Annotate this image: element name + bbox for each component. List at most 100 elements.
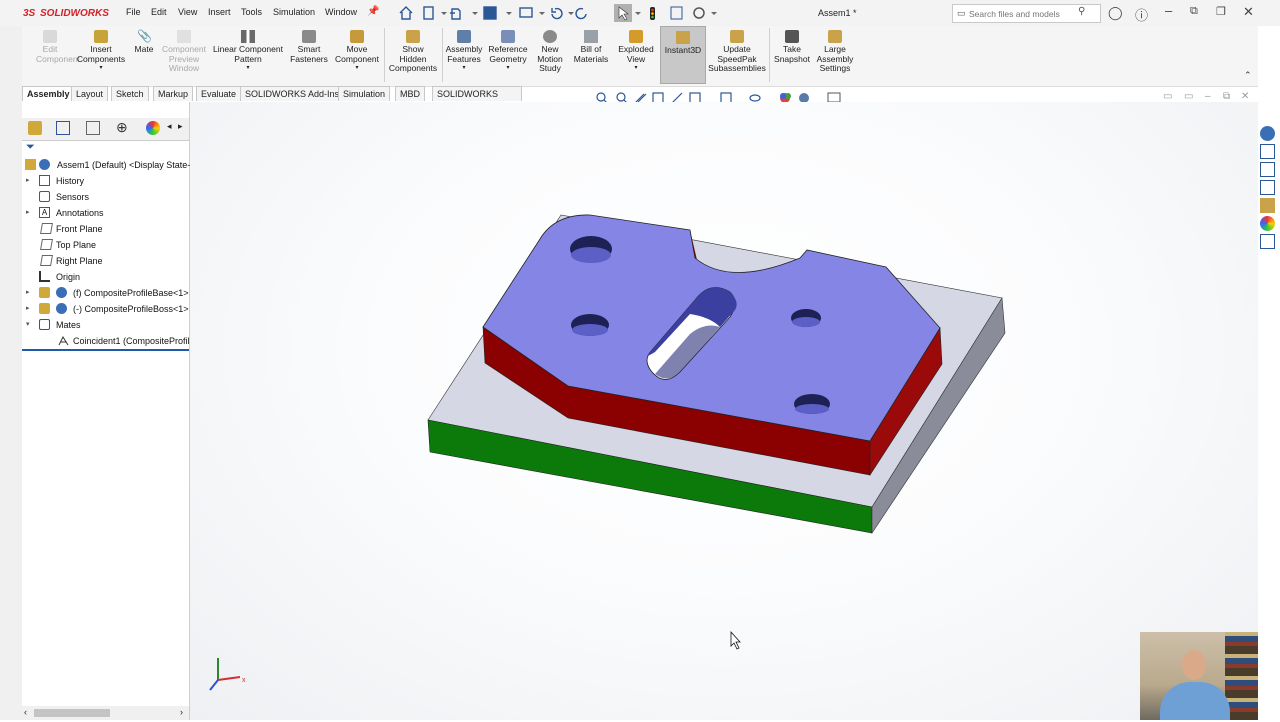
move-component-button[interactable]: Move Component ▾ xyxy=(332,30,382,74)
help-icon[interactable]: ⓘ xyxy=(1135,5,1148,24)
smart-fasteners-button[interactable]: Smart Fasteners xyxy=(288,30,330,64)
svg-text:3S: 3S xyxy=(23,8,36,19)
assembly-model[interactable]: x xyxy=(190,102,1258,720)
exploded-view-button[interactable]: Exploded View ▾ xyxy=(616,30,656,74)
solidworks-forum-icon[interactable] xyxy=(1260,234,1275,249)
large-assembly-icon xyxy=(828,30,842,43)
tile2-icon[interactable]: ▭ xyxy=(1184,91,1193,102)
expand-arrow-icon[interactable]: ▸ xyxy=(26,173,30,189)
edit-component-button[interactable]: Edit Component xyxy=(36,30,80,64)
appearances-icon[interactable] xyxy=(1260,198,1275,213)
popout-icon[interactable]: ❐ xyxy=(1216,5,1226,18)
tile-icon[interactable]: ▭ xyxy=(1163,91,1172,102)
dimxpert-tab-icon[interactable]: ⊕ xyxy=(116,119,128,136)
assembly-features-label: Assembly Features xyxy=(445,44,483,64)
graphics-viewport[interactable]: x xyxy=(190,102,1258,720)
restore-viewport-icon[interactable]: ⧉ xyxy=(1223,91,1230,102)
separator xyxy=(442,28,443,82)
scroll-left-icon[interactable]: ‹ xyxy=(24,707,27,717)
insert-components-button[interactable]: Insert Components ▾ xyxy=(74,30,128,74)
scroll-thumb[interactable] xyxy=(34,709,110,717)
pin-icon[interactable]: 📌 xyxy=(367,6,379,17)
tab-evaluate[interactable]: Evaluate xyxy=(196,86,242,101)
menu-file[interactable]: File xyxy=(126,7,141,17)
linear-component-pattern-button[interactable]: Linear Component Pattern ▾ xyxy=(212,30,284,74)
document-title: Assem1 * xyxy=(818,8,857,18)
resources-icon[interactable] xyxy=(1260,126,1275,141)
search-input[interactable] xyxy=(967,6,1081,21)
mate-label: Mate xyxy=(134,44,154,54)
minimize-viewport-icon[interactable]: – xyxy=(1205,91,1211,102)
instant3d-button[interactable]: Instant3D xyxy=(660,26,706,84)
home-icon xyxy=(399,6,413,20)
minimize-icon[interactable]: – xyxy=(1165,3,1172,18)
tab-layout[interactable]: Layout xyxy=(71,86,109,101)
update-speedpak-button[interactable]: Update SpeedPak Subassemblies xyxy=(708,30,766,74)
component-preview-window-button[interactable]: Component Preview Window xyxy=(160,30,208,74)
expand-arrow-icon[interactable]: ▸ xyxy=(26,205,30,221)
menu-simulation[interactable]: Simulation xyxy=(273,7,315,17)
reference-geometry-label: Reference Geometry xyxy=(488,44,528,64)
annotations-icon: A xyxy=(39,207,50,218)
take-snapshot-button[interactable]: Take Snapshot xyxy=(772,30,812,64)
display-manager-tab-icon[interactable] xyxy=(146,121,160,135)
move-component-icon xyxy=(350,30,364,43)
file-explorer-icon[interactable] xyxy=(1260,162,1275,177)
collapse-arrow-icon[interactable]: ▾ xyxy=(26,317,30,333)
task-pane-strip xyxy=(1258,26,1280,720)
close-viewport-icon[interactable]: ✕ xyxy=(1241,91,1249,102)
tab-sketch[interactable]: Sketch xyxy=(111,86,149,101)
show-hidden-components-button[interactable]: Show Hidden Components xyxy=(386,30,440,74)
bill-of-materials-button[interactable]: Bill of Materials xyxy=(570,30,612,64)
tab-markup[interactable]: Markup xyxy=(153,86,194,101)
large-assembly-settings-button[interactable]: Large Assembly Settings xyxy=(814,30,856,74)
tab-left-arrow-icon[interactable]: ◂ xyxy=(167,121,172,132)
expand-arrow-icon[interactable]: ▸ xyxy=(26,301,30,317)
smart-fasteners-label: Smart Fasteners xyxy=(290,44,328,64)
person-shirt xyxy=(1160,682,1230,720)
property-manager-tab-icon[interactable] xyxy=(56,121,70,135)
tab-simulation[interactable]: Simulation xyxy=(338,86,391,101)
search-box[interactable]: ▭ ⚲ xyxy=(952,4,1101,23)
tree-label: Top Plane xyxy=(56,240,97,250)
reference-geometry-button[interactable]: Reference Geometry ▾ xyxy=(486,30,530,74)
menu-edit[interactable]: Edit xyxy=(151,7,167,17)
filter-icon[interactable]: ⏷ xyxy=(26,141,35,154)
new-motion-study-button[interactable]: New Motion Study xyxy=(534,30,566,74)
design-library-icon[interactable] xyxy=(1260,144,1275,159)
view-palette-icon[interactable] xyxy=(1260,180,1275,195)
sensors-icon xyxy=(39,191,50,202)
show-hidden-icon xyxy=(406,30,420,43)
title-bar: 3S SOLIDWORKS File Edit View Insert Tool… xyxy=(0,0,1280,26)
tab-right-arrow-icon[interactable]: ▸ xyxy=(178,121,183,132)
coincident-mate-icon xyxy=(58,335,69,346)
show-hidden-label: Show Hidden Components xyxy=(388,44,438,73)
assembly-features-button[interactable]: Assembly Features ▾ xyxy=(444,30,484,74)
tab-solidworks-add-ins[interactable]: SOLIDWORKS Add-Ins xyxy=(240,86,345,101)
search-icon[interactable]: ⚲ xyxy=(1078,6,1085,17)
restore-icon[interactable]: ⧉ xyxy=(1190,5,1198,18)
feature-manager-tab-icon[interactable] xyxy=(28,121,42,135)
panel-horizontal-scrollbar[interactable]: ‹ › xyxy=(22,706,189,720)
menu-window[interactable]: Window xyxy=(325,7,357,17)
close-icon[interactable]: ✕ xyxy=(1243,4,1254,20)
custom-properties-icon[interactable] xyxy=(1260,216,1275,231)
menu-tools[interactable]: Tools xyxy=(241,7,262,17)
menu-insert[interactable]: Insert xyxy=(208,7,231,17)
menu-view[interactable]: View xyxy=(178,7,197,17)
expand-arrow-icon[interactable]: ▸ xyxy=(26,285,30,301)
tab-solidworks-cam[interactable]: SOLIDWORKS CAM xyxy=(432,86,522,113)
user-icon[interactable]: ◯ xyxy=(1108,5,1123,21)
tree-label: (-) CompositeProfileBoss<1> xyxy=(73,304,189,314)
tab-mbd[interactable]: MBD xyxy=(395,86,425,101)
scroll-right-icon[interactable]: › xyxy=(180,707,183,717)
instant3d-label: Instant3D xyxy=(664,45,702,55)
tab-assembly[interactable]: Assembly xyxy=(22,86,75,101)
configuration-manager-tab-icon[interactable] xyxy=(86,121,100,135)
feature-tree: Assem1 (Default) <Display State-1 ▸ Hist… xyxy=(22,157,195,357)
mate-button[interactable]: 📎 Mate xyxy=(130,30,158,55)
preview-window-icon xyxy=(177,30,191,43)
search-folder-icon: ▭ xyxy=(957,8,966,18)
tree-item-coincident1[interactable]: Coincident1 (CompositeProfil xyxy=(22,333,190,351)
collapse-ribbon-icon[interactable]: ⌃ xyxy=(1244,70,1252,81)
